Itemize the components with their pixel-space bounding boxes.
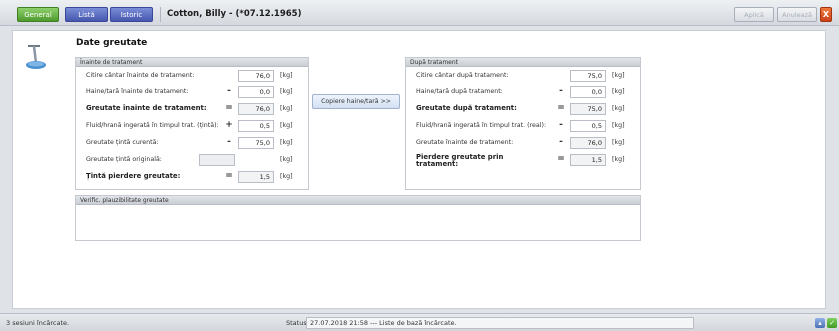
operator: = xyxy=(225,171,233,181)
collapse-up-icon[interactable]: ▴ xyxy=(815,318,825,328)
unit-label: [kg] xyxy=(280,139,293,146)
field-label: Greutate țintă curentă: xyxy=(86,139,159,146)
weight-scale-icon xyxy=(26,45,46,69)
operator: = xyxy=(225,103,233,113)
tab-list[interactable]: Listă xyxy=(65,7,108,22)
operator: - xyxy=(559,86,563,96)
after-row-weight: Greutate după tratament: = 75,0 [kg] xyxy=(406,102,640,115)
weight-before-copy-value: 76,0 xyxy=(570,137,606,149)
tab-general[interactable]: General xyxy=(17,7,59,22)
field-label: Fluid/hrană ingerată în timpul trat. (ți… xyxy=(86,122,219,129)
field-label: Citire cântar înainte de tratament: xyxy=(86,72,195,79)
unit-label: [kg] xyxy=(280,122,293,129)
operator: = xyxy=(557,103,565,113)
unit-label: [kg] xyxy=(612,88,625,95)
field-label: Citire cântar după tratament: xyxy=(416,72,509,79)
sessions-loaded-text: 3 sesiuni încărcate. xyxy=(6,319,70,327)
page-title: Date greutate xyxy=(76,38,148,48)
scale-after-input[interactable]: 75,0 xyxy=(570,70,606,82)
field-label: Țintă pierdere greutate: xyxy=(86,172,181,180)
field-label-continued: tratament: xyxy=(416,160,459,168)
fluid-target-input[interactable]: 0,5 xyxy=(238,120,274,132)
weight-before-value: 76,0 xyxy=(238,103,274,115)
after-row-scale-reading: Citire cântar după tratament: 75,0 [kg] xyxy=(406,69,640,82)
target-weight-input[interactable]: 75,0 xyxy=(238,137,274,149)
field-label: Fluid/hrană ingerată în timpul trat. (re… xyxy=(416,122,547,129)
unit-label: [kg] xyxy=(612,139,625,146)
operator: + xyxy=(225,120,233,130)
unit-label: [kg] xyxy=(280,88,293,95)
unit-label: [kg] xyxy=(280,72,293,79)
field-label: Greutate după tratament: xyxy=(416,104,517,112)
close-button[interactable]: X xyxy=(820,7,832,22)
target-loss-value: 1,5 xyxy=(238,171,274,183)
unit-label: [kg] xyxy=(280,105,293,112)
before-row-target-loss: Țintă pierdere greutate: = 1,5 [kg] xyxy=(76,170,308,183)
original-target-field xyxy=(199,154,235,166)
before-row-weight: Greutate înainte de tratament: = 76,0 [k… xyxy=(76,102,308,115)
field-label: Greutate înainte de tratament: xyxy=(416,139,514,146)
after-row-weight-loss: Pierdere greutate prin tratament: = 1,5 … xyxy=(406,153,640,173)
connection-status-icon[interactable]: ✓ xyxy=(827,318,837,328)
tab-history[interactable]: Istoric xyxy=(110,7,153,22)
after-row-clothes: Haine/tară după tratament: - 0,0 [kg] xyxy=(406,85,640,98)
operator: - xyxy=(559,137,563,147)
unit-label: [kg] xyxy=(280,156,293,163)
status-message: 27.07.2018 21:58 --- Liste de bază încăr… xyxy=(306,317,694,329)
field-label: Greutate înainte de tratament: xyxy=(86,104,207,112)
after-row-weight-before: Greutate înainte de tratament: - 76,0 [k… xyxy=(406,136,640,149)
scale-before-input[interactable]: 76,0 xyxy=(238,70,274,82)
operator: - xyxy=(227,86,231,96)
unit-label: [kg] xyxy=(612,105,625,112)
plausibility-panel: Verific. plauzibilitate greutate xyxy=(75,195,641,241)
patient-title: Cotton, Billy - (*07.12.1965) xyxy=(160,7,720,22)
weight-after-value: 75,0 xyxy=(570,103,606,115)
top-toolbar: General Listă Istoric Cotton, Billy - (*… xyxy=(0,0,839,26)
clothes-before-input[interactable]: 0,0 xyxy=(238,86,274,98)
before-row-fluid-target: Fluid/hrană ingerată în timpul trat. (ți… xyxy=(76,119,308,132)
after-treatment-panel: După tratament Citire cântar după tratam… xyxy=(405,57,641,190)
unit-label: [kg] xyxy=(280,173,293,180)
before-row-clothes: Haine/tară înainte de tratament: - 0,0 [… xyxy=(76,85,308,98)
before-row-target-weight: Greutate țintă curentă: - 75,0 [kg] xyxy=(76,136,308,149)
clothes-after-input[interactable]: 0,0 xyxy=(570,86,606,98)
operator: = xyxy=(557,154,565,164)
apply-button[interactable]: Aplică xyxy=(734,7,774,22)
unit-label: [kg] xyxy=(612,156,625,163)
before-treatment-panel: Înainte de tratament Citire cântar înain… xyxy=(75,57,309,190)
field-label: Haine/tară înainte de tratament: xyxy=(86,88,189,95)
unit-label: [kg] xyxy=(612,72,625,79)
field-label: Greutate țintă originală: xyxy=(86,156,162,163)
field-label: Haine/tară după tratament: xyxy=(416,88,503,95)
operator: - xyxy=(559,120,563,130)
weight-loss-value: 1,5 xyxy=(570,154,606,166)
fluid-real-input[interactable]: 0,5 xyxy=(570,120,606,132)
status-bar: 3 sesiuni încărcate. Status: 27.07.2018 … xyxy=(0,313,839,331)
before-row-original-target: Greutate țintă originală: [kg] xyxy=(76,153,308,166)
before-panel-header: Înainte de tratament xyxy=(76,58,308,67)
after-panel-header: După tratament xyxy=(406,58,640,67)
cancel-button[interactable]: Anulează xyxy=(777,7,817,22)
before-row-scale-reading: Citire cântar înainte de tratament: 76,0… xyxy=(76,69,308,82)
plausibility-panel-header: Verific. plauzibilitate greutate xyxy=(76,196,640,205)
unit-label: [kg] xyxy=(612,122,625,129)
operator: - xyxy=(227,137,231,147)
after-row-fluid-real: Fluid/hrană ingerată în timpul trat. (re… xyxy=(406,119,640,132)
copy-clothes-button[interactable]: Copiere haine/tară >> xyxy=(312,94,400,109)
